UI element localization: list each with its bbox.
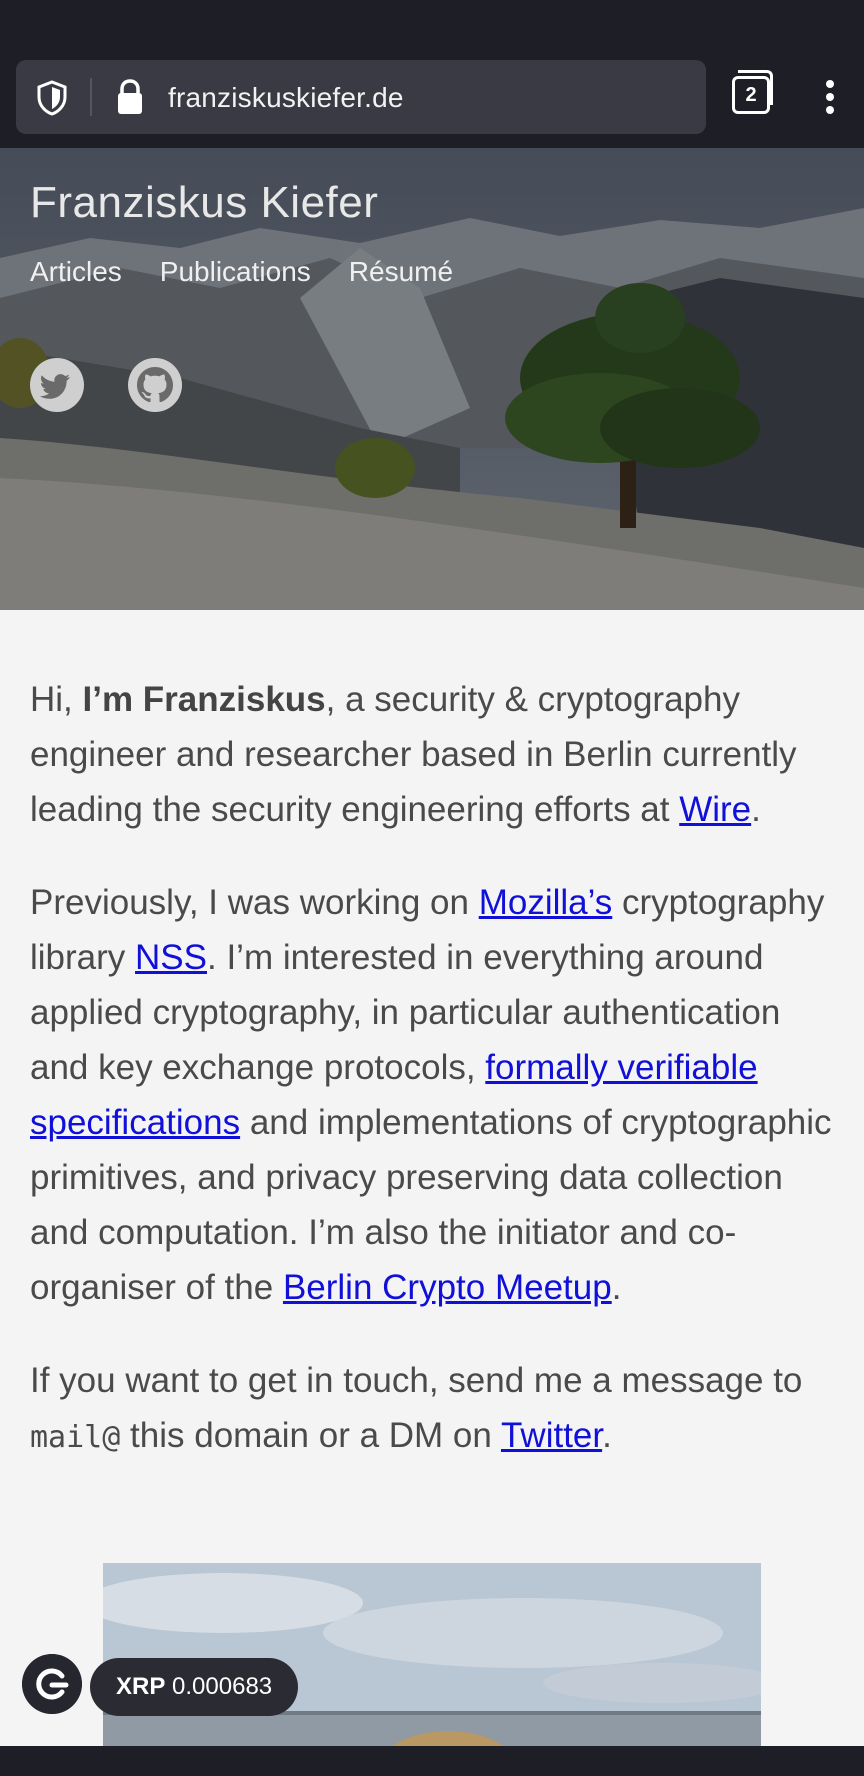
browser-toolbar: franziskuskiefer.de 2 — [0, 52, 864, 148]
tab-switcher-button[interactable]: 2 — [732, 70, 773, 114]
lock-icon[interactable] — [114, 78, 146, 116]
nav-resume[interactable]: Résumé — [349, 256, 453, 288]
contact-paragraph: If you want to get in touch, send me a m… — [30, 1361, 803, 1455]
berlin-crypto-meetup-link[interactable]: Berlin Crypto Meetup — [283, 1268, 612, 1307]
site-title[interactable]: Franziskus Kiefer — [30, 178, 378, 228]
status-bar — [0, 0, 864, 52]
hero-header: Franziskus Kiefer Articles Publications … — [0, 148, 864, 610]
tab-count: 2 — [732, 76, 770, 114]
twitter-icon[interactable] — [30, 358, 84, 412]
url-text[interactable]: franziskuskiefer.de — [168, 82, 404, 114]
twitter-link[interactable]: Twitter — [501, 1416, 602, 1455]
nav-articles[interactable]: Articles — [30, 256, 122, 288]
main-nav: Articles Publications Résumé — [30, 256, 453, 288]
navigation-bar — [0, 1746, 864, 1776]
nav-publications[interactable]: Publications — [160, 256, 311, 288]
refresh-icon[interactable] — [22, 1654, 82, 1714]
intro-paragraph: Hi, I’m Franziskus, a security & cryptog… — [30, 680, 797, 829]
interests-paragraph: Previously, I was working on Mozilla’s c… — [30, 883, 832, 1307]
ticker-symbol: XRP — [116, 1673, 166, 1700]
ticker-price: 0.000683 — [172, 1673, 273, 1700]
intro-content: Hi, I’m Franziskus, a security & cryptog… — [30, 672, 840, 1503]
address-bar-divider — [90, 78, 92, 116]
shield-icon[interactable] — [36, 80, 68, 116]
email-code: mail@ — [30, 1420, 121, 1455]
name-bold: I’m Franziskus — [82, 680, 326, 719]
wire-link[interactable]: Wire — [679, 790, 751, 829]
more-dots-icon — [826, 80, 834, 88]
nss-link[interactable]: NSS — [135, 938, 207, 977]
mozilla-link[interactable]: Mozilla’s — [479, 883, 613, 922]
address-bar[interactable]: franziskuskiefer.de — [16, 60, 706, 134]
github-icon[interactable] — [128, 358, 182, 412]
xrp-price-pill[interactable]: XRP 0.000683 — [90, 1658, 299, 1716]
browser-menu-button[interactable] — [822, 80, 838, 120]
